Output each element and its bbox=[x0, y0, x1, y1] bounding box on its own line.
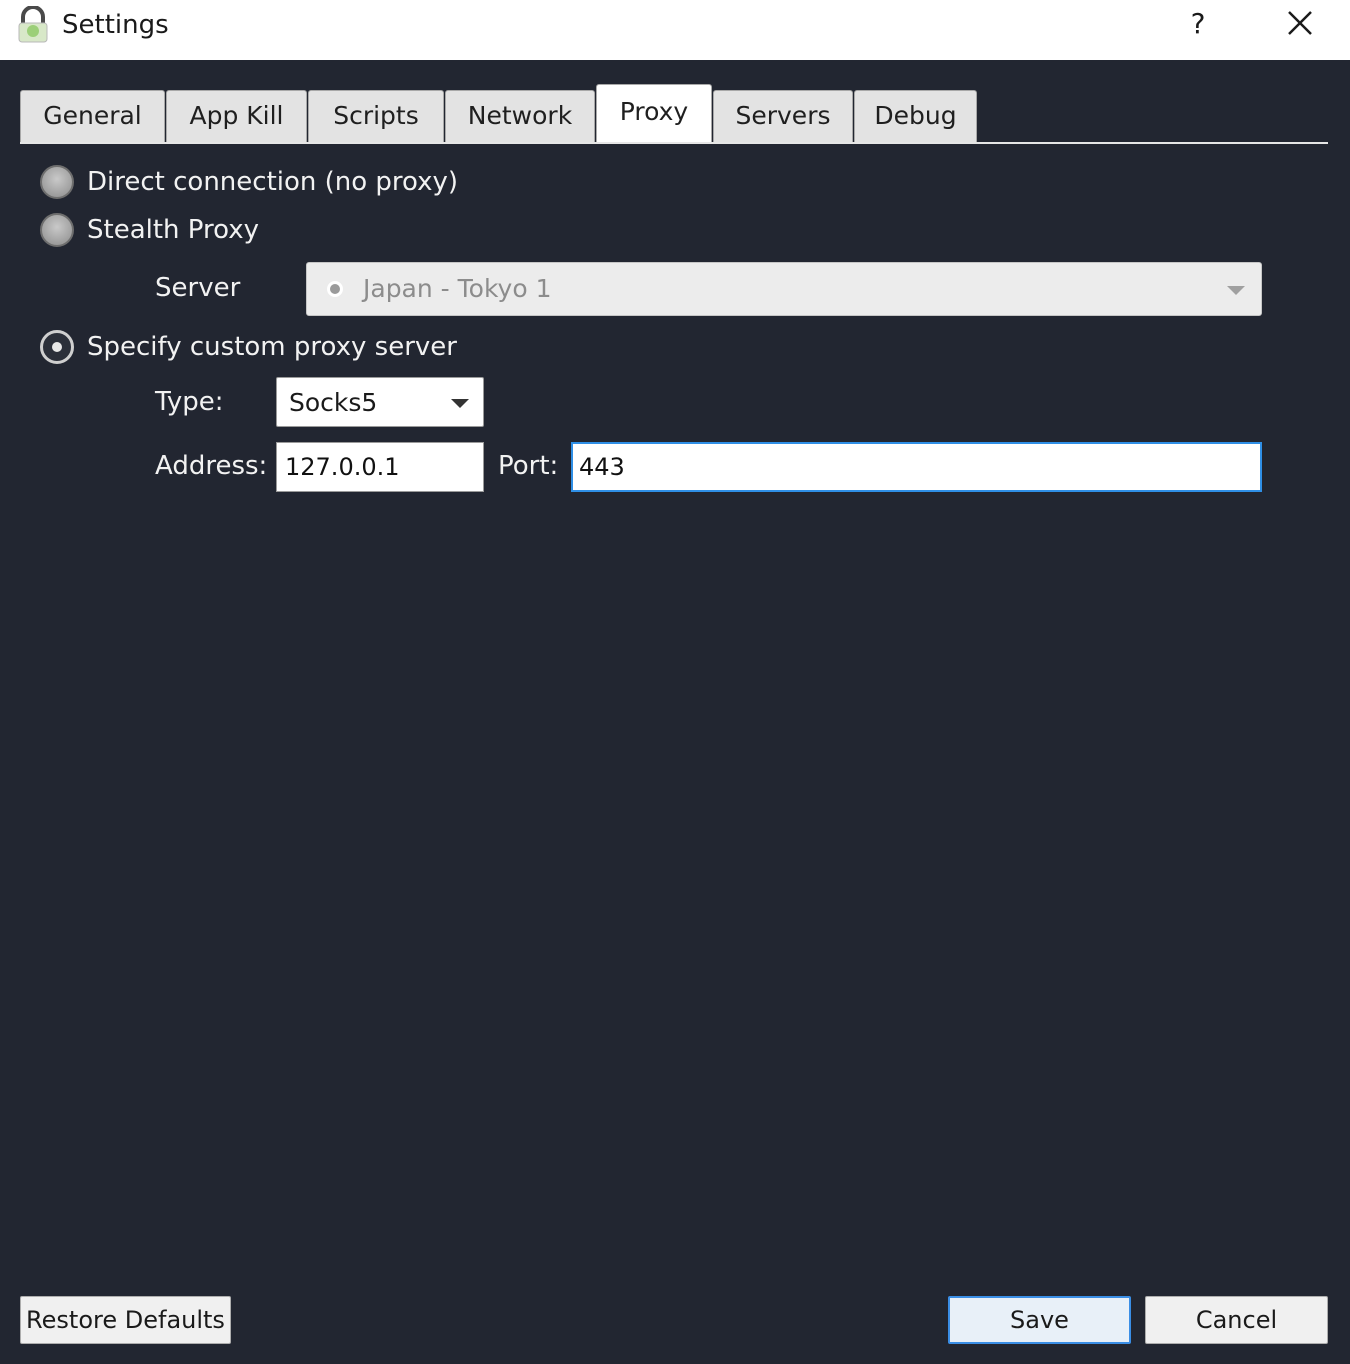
custom-proxy-radio[interactable] bbox=[40, 330, 74, 364]
proxy-type-value: Socks5 bbox=[289, 388, 378, 417]
direct-connection-radio[interactable] bbox=[40, 165, 74, 199]
window-title: Settings bbox=[62, 10, 169, 40]
proxy-type-select[interactable]: Socks5 bbox=[276, 377, 484, 427]
server-select-value: Japan - Tokyo 1 bbox=[363, 274, 552, 303]
tab-network[interactable]: Network bbox=[445, 90, 595, 142]
tab-general[interactable]: General bbox=[20, 90, 165, 142]
chevron-down-icon bbox=[451, 399, 469, 408]
app-lock-icon bbox=[18, 6, 48, 43]
tab-servers[interactable]: Servers bbox=[713, 90, 853, 142]
save-button[interactable]: Save bbox=[948, 1296, 1131, 1344]
tab-scripts[interactable]: Scripts bbox=[308, 90, 444, 142]
close-icon[interactable] bbox=[1272, 4, 1328, 44]
port-input[interactable] bbox=[571, 442, 1262, 492]
restore-defaults-button[interactable]: Restore Defaults bbox=[20, 1296, 231, 1344]
direct-connection-label[interactable]: Direct connection (no proxy) bbox=[87, 166, 458, 198]
type-label: Type: bbox=[155, 387, 224, 417]
cancel-button[interactable]: Cancel bbox=[1145, 1296, 1328, 1344]
stealth-proxy-label[interactable]: Stealth Proxy bbox=[87, 214, 259, 246]
server-status-dot-icon bbox=[327, 281, 343, 297]
address-input[interactable] bbox=[276, 442, 484, 492]
help-button[interactable]: ? bbox=[1170, 4, 1226, 44]
server-select[interactable]: Japan - Tokyo 1 bbox=[306, 262, 1262, 316]
chevron-down-icon bbox=[1227, 286, 1245, 295]
tab-debug[interactable]: Debug bbox=[854, 90, 977, 142]
address-label: Address: bbox=[155, 451, 268, 481]
tab-proxy[interactable]: Proxy bbox=[596, 84, 712, 142]
tab-divider bbox=[20, 142, 1328, 144]
server-label: Server bbox=[155, 273, 241, 303]
title-bar: Settings ? bbox=[0, 0, 1350, 60]
port-label: Port: bbox=[498, 451, 559, 481]
custom-proxy-label[interactable]: Specify custom proxy server bbox=[87, 331, 457, 363]
tab-app-kill[interactable]: App Kill bbox=[166, 90, 307, 142]
stealth-proxy-radio[interactable] bbox=[40, 213, 74, 247]
